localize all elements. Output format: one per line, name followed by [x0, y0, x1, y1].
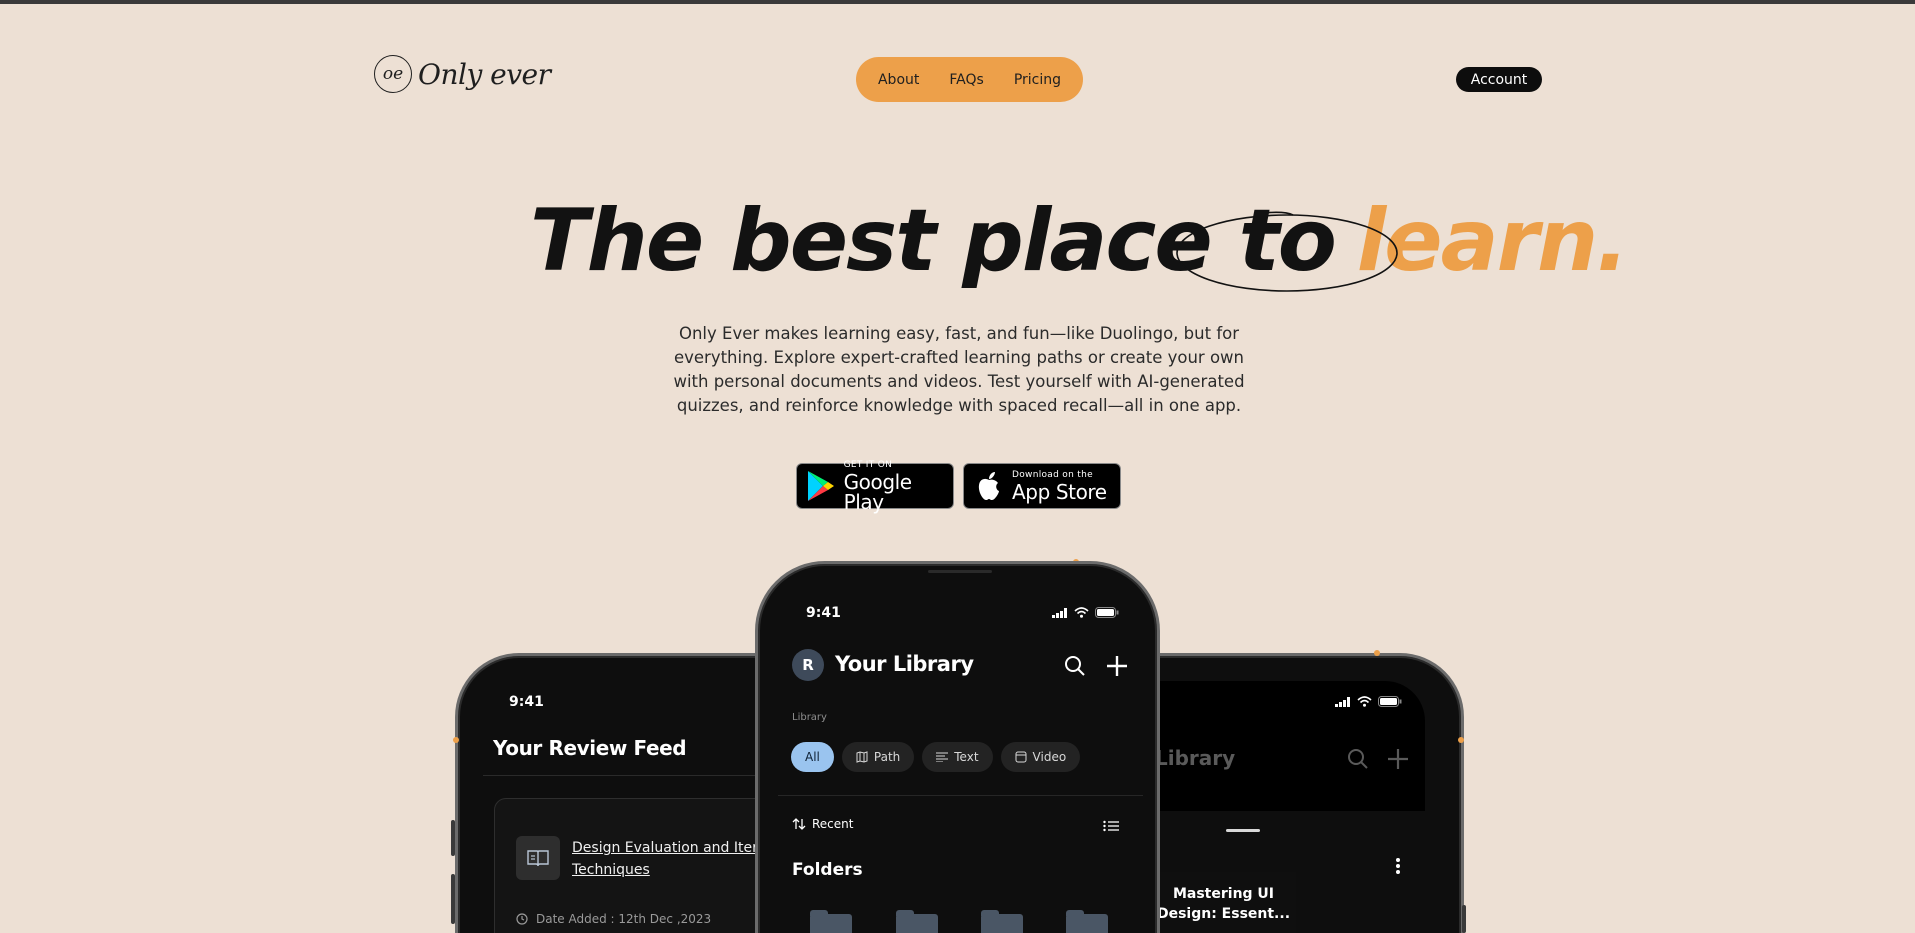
- chip-all-label: All: [805, 750, 820, 764]
- plus-icon[interactable]: [1104, 653, 1130, 679]
- list-view-icon[interactable]: [1098, 813, 1124, 839]
- signal-icon: [1335, 696, 1350, 707]
- map-icon: [856, 751, 868, 763]
- speaker-notch: [928, 570, 992, 573]
- wifi-icon: [1357, 696, 1372, 707]
- google-play-icon: [805, 469, 838, 503]
- browser-top-edge: [0, 0, 1915, 4]
- chip-text-label: Text: [954, 750, 979, 764]
- phone-your-library: 9:41 R Your Library Library All Path Tex…: [755, 561, 1160, 933]
- hero-description: Only Ever makes learning easy, fast, and…: [673, 324, 1245, 415]
- folder-icon[interactable]: [896, 910, 938, 933]
- wifi-icon: [1074, 607, 1089, 618]
- status-icons: [1052, 607, 1119, 618]
- battery-icon: [1095, 607, 1119, 618]
- avatar[interactable]: R: [792, 649, 824, 681]
- status-time: 9:41: [806, 605, 841, 621]
- video-icon: [1015, 751, 1027, 763]
- google-play-small: GET IT ON: [843, 459, 893, 470]
- nav-faqs[interactable]: FAQs: [949, 72, 983, 88]
- app-store-badge[interactable]: Download on the App Store: [963, 463, 1121, 509]
- account-button[interactable]: Account: [1456, 67, 1542, 92]
- logo-mark: oe: [374, 55, 412, 93]
- brand-logo[interactable]: oe Only ever: [374, 55, 551, 93]
- decor-dot: [1458, 737, 1464, 743]
- chip-video[interactable]: Video: [1000, 742, 1081, 772]
- google-play-badge[interactable]: GET IT ON Google Play: [796, 459, 954, 514]
- sort-recent-label: Recent: [812, 817, 854, 831]
- nav-pricing[interactable]: Pricing: [1014, 72, 1061, 88]
- folders-heading: Folders: [792, 860, 863, 880]
- phone-side-button: [451, 820, 455, 856]
- app-store-small: Download on the: [1012, 469, 1093, 480]
- app-store-big: App Store: [1012, 479, 1107, 504]
- clock-icon: [516, 913, 528, 925]
- divider: [483, 775, 775, 776]
- signal-icon: [1052, 607, 1067, 618]
- phone-library-sheet: Library Mastering UI Design: Essent...: [1140, 653, 1464, 933]
- phone-side-button: [451, 874, 455, 924]
- book-icon: [516, 836, 560, 880]
- phone-side-button: [1462, 905, 1466, 933]
- sort-recent[interactable]: Recent: [792, 817, 853, 831]
- phone-review-feed: 9:41 Your Review Feed Design Evaluation …: [455, 653, 775, 933]
- course-card-title: Mastering UI Design: Essent...: [1156, 886, 1291, 922]
- chip-path-label: Path: [873, 750, 901, 764]
- chip-video-label: Video: [1032, 750, 1067, 764]
- hand-drawn-oval: [1176, 211, 1398, 292]
- chip-path[interactable]: Path: [841, 742, 915, 772]
- filter-chips: All Path Text Video: [791, 742, 1081, 772]
- more-vertical-icon[interactable]: [1395, 856, 1401, 876]
- review-card-date: Date Added : 12th Dec ,2023: [516, 912, 711, 926]
- folder-icon[interactable]: [981, 910, 1023, 933]
- status-icons: [1335, 696, 1402, 707]
- logo-wordmark: Only ever: [418, 57, 551, 91]
- status-time: 9:41: [509, 694, 544, 710]
- nav-about[interactable]: About: [878, 72, 919, 88]
- review-card-date-text: Date Added : 12th Dec ,2023: [536, 912, 712, 926]
- course-card[interactable]: Mastering UI Design: Essent...: [1140, 872, 1296, 933]
- decor-dot: [1374, 650, 1380, 656]
- library-title: Your Library: [835, 652, 974, 676]
- main-nav: About FAQs Pricing: [856, 57, 1083, 102]
- search-icon[interactable]: [1062, 653, 1088, 679]
- sort-arrows-icon: [792, 818, 806, 830]
- divider: [778, 795, 1143, 796]
- library-section-label: Library: [792, 712, 827, 723]
- review-card[interactable]: Design Evaluation and Iterative Techniqu…: [494, 798, 775, 933]
- chip-all[interactable]: All: [791, 742, 834, 772]
- sheet-drag-handle[interactable]: [1226, 829, 1260, 832]
- review-card-title[interactable]: Design Evaluation and Iterative Techniqu…: [572, 837, 775, 881]
- battery-icon: [1378, 696, 1402, 707]
- folder-icon[interactable]: [810, 910, 852, 933]
- library-title-dimmed: Library: [1155, 746, 1236, 770]
- folder-icon[interactable]: [1066, 910, 1108, 933]
- text-lines-icon: [936, 752, 949, 762]
- google-play-big: Google Play: [843, 469, 913, 514]
- decor-dot: [453, 737, 459, 743]
- chip-text[interactable]: Text: [922, 742, 993, 772]
- review-feed-title: Your Review Feed: [493, 736, 687, 760]
- plus-icon[interactable]: [1385, 746, 1411, 772]
- search-icon[interactable]: [1345, 746, 1371, 772]
- apple-icon: [972, 469, 1006, 503]
